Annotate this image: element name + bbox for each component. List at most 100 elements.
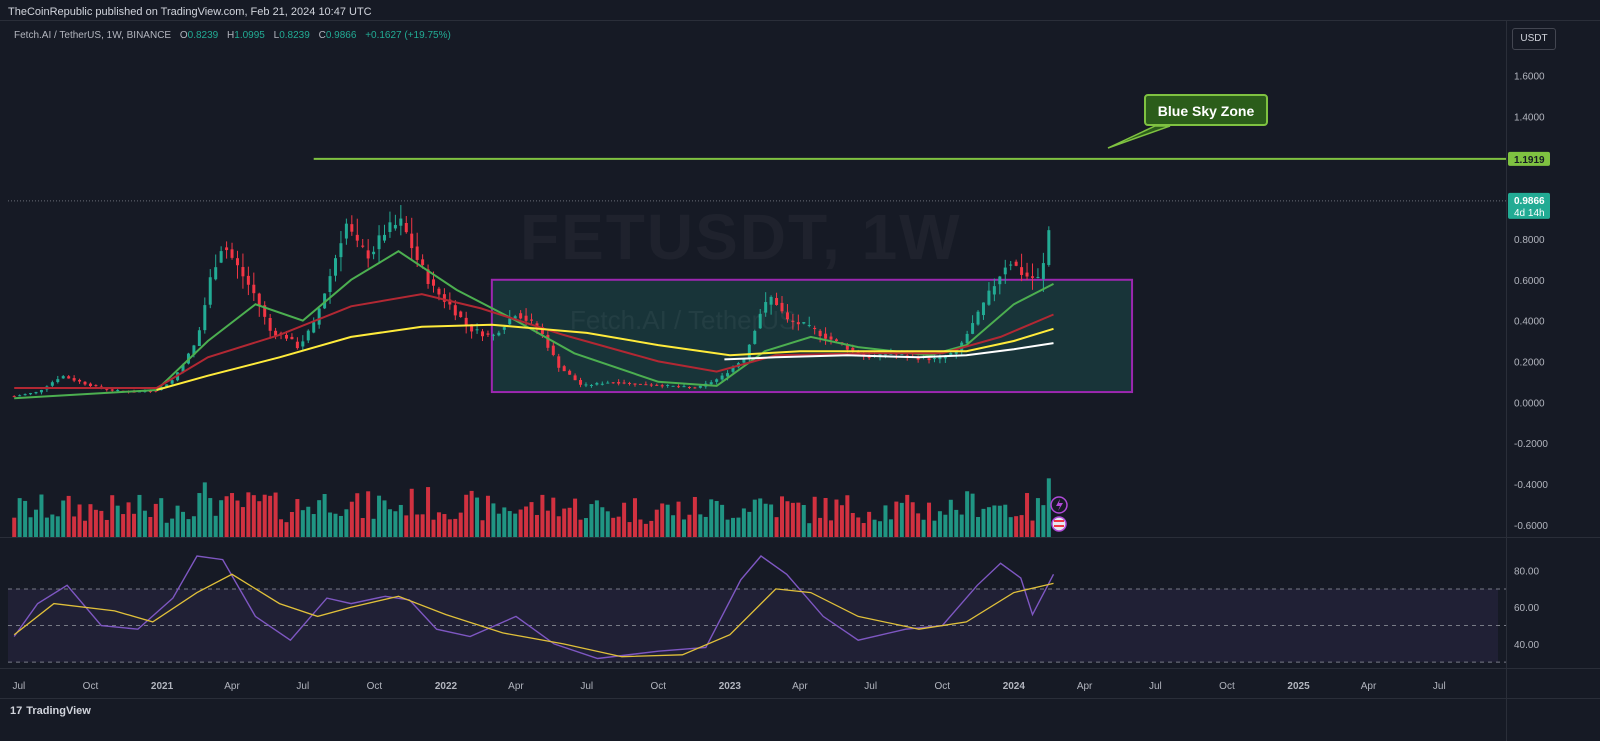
y-tick-label: 0.6000 xyxy=(1514,276,1545,287)
candle-body xyxy=(562,366,566,372)
y-tick-label: 0.2000 xyxy=(1514,357,1545,368)
candle-body xyxy=(78,379,82,382)
volume-bar xyxy=(681,519,686,537)
candle-body xyxy=(1025,272,1029,277)
volume-bar xyxy=(273,492,278,537)
volume-bar xyxy=(796,502,801,537)
candle-body xyxy=(317,308,321,325)
candle-body xyxy=(410,233,414,249)
volume-bar xyxy=(812,496,817,537)
x-tick-label: Jul xyxy=(1149,681,1162,692)
volume-bar xyxy=(485,495,490,537)
volume-bar xyxy=(616,516,621,537)
candle-body xyxy=(600,383,604,385)
y-tick-label: 0.8000 xyxy=(1514,235,1545,246)
volume-bar xyxy=(970,493,975,537)
volume-bar xyxy=(453,518,458,537)
volume-bar xyxy=(349,501,354,537)
price-chart[interactable]: 1.60001.40001.20001.00000.80000.60000.40… xyxy=(0,0,1600,741)
y-tick-label: -0.2000 xyxy=(1514,439,1548,450)
y-tick-label: -0.6000 xyxy=(1514,521,1548,532)
volume-bar xyxy=(774,517,779,537)
candle-body xyxy=(557,356,561,368)
tradingview-logo: 17 TradingView xyxy=(10,705,91,717)
volume-bar xyxy=(496,513,501,537)
volume-bar xyxy=(921,519,926,537)
candle-body xyxy=(742,359,746,363)
candle-body xyxy=(693,387,697,389)
candle-body xyxy=(61,376,65,379)
flag-stripe-icon xyxy=(1054,525,1064,527)
volume-bar xyxy=(240,507,245,537)
candle-body xyxy=(290,336,294,340)
candle-body xyxy=(246,275,250,285)
volume-bar xyxy=(823,497,828,537)
volume-bar xyxy=(981,508,986,537)
candle-body xyxy=(437,288,441,295)
symbol-title: Fetch.AI / TetherUS, 1W, BINANCE xyxy=(14,30,172,41)
candle-body xyxy=(383,234,387,241)
candle-body xyxy=(655,384,659,386)
volume-bar xyxy=(959,514,964,537)
candle-body xyxy=(1014,261,1018,266)
volume-bar xyxy=(306,506,311,537)
candle-body xyxy=(633,383,637,385)
candle-body xyxy=(726,373,730,377)
volume-bar xyxy=(834,499,839,537)
volume-bar xyxy=(442,514,447,537)
volume-bar xyxy=(175,505,180,537)
volume-bar xyxy=(910,502,915,537)
x-tick-label: Apr xyxy=(792,681,808,692)
volume-bar xyxy=(426,487,431,537)
volume-bar xyxy=(927,502,932,537)
callout-pointer xyxy=(1107,125,1171,149)
volume-bar xyxy=(905,494,910,537)
candle-body xyxy=(333,258,337,276)
candle-body xyxy=(350,224,354,232)
candle-body xyxy=(344,223,348,239)
candle-body xyxy=(1009,264,1013,266)
volume-bar xyxy=(137,494,142,537)
volume-bar xyxy=(170,518,175,537)
candle-body xyxy=(475,329,479,331)
close-label: C xyxy=(318,30,326,41)
candle-body xyxy=(818,330,822,337)
volume-bar xyxy=(279,519,284,537)
candle-body xyxy=(18,395,22,397)
candle-body xyxy=(415,246,419,260)
y-tick-label: 1.4000 xyxy=(1514,112,1545,123)
candle-body xyxy=(976,311,980,325)
candle-body xyxy=(481,331,485,337)
candle-body xyxy=(268,318,272,331)
volume-bar xyxy=(164,522,169,537)
volume-bar xyxy=(850,512,855,537)
volume-bar xyxy=(268,495,273,537)
candle-body xyxy=(998,276,1002,285)
currency-unit-button[interactable]: USDT xyxy=(1512,28,1556,50)
candle-body xyxy=(393,224,397,229)
publish-line: TheCoinRepublic published on TradingView… xyxy=(8,6,372,18)
candle-body xyxy=(39,389,43,393)
candle-body xyxy=(306,330,310,341)
volume-bar xyxy=(115,505,120,537)
volume-bar xyxy=(72,516,77,537)
x-tick-label: 2022 xyxy=(435,681,458,692)
candle-body xyxy=(883,354,887,356)
candle-body xyxy=(551,345,555,355)
volume-bar xyxy=(632,498,637,537)
volume-bar xyxy=(491,503,496,537)
candle-body xyxy=(421,259,425,266)
volume-bar xyxy=(61,500,66,537)
volume-bar xyxy=(562,508,567,537)
volume-bar xyxy=(611,517,616,537)
candle-body xyxy=(170,380,174,384)
candle-body xyxy=(1030,276,1034,278)
candle-body xyxy=(110,389,114,391)
volume-bar xyxy=(181,511,186,537)
tradingview-mark-icon: 17 xyxy=(10,705,23,717)
candle-body xyxy=(573,375,577,381)
volume-bar xyxy=(213,515,218,537)
volume-bar xyxy=(856,517,861,537)
volume-bar xyxy=(518,509,523,537)
x-tick-label: 2025 xyxy=(1287,681,1310,692)
